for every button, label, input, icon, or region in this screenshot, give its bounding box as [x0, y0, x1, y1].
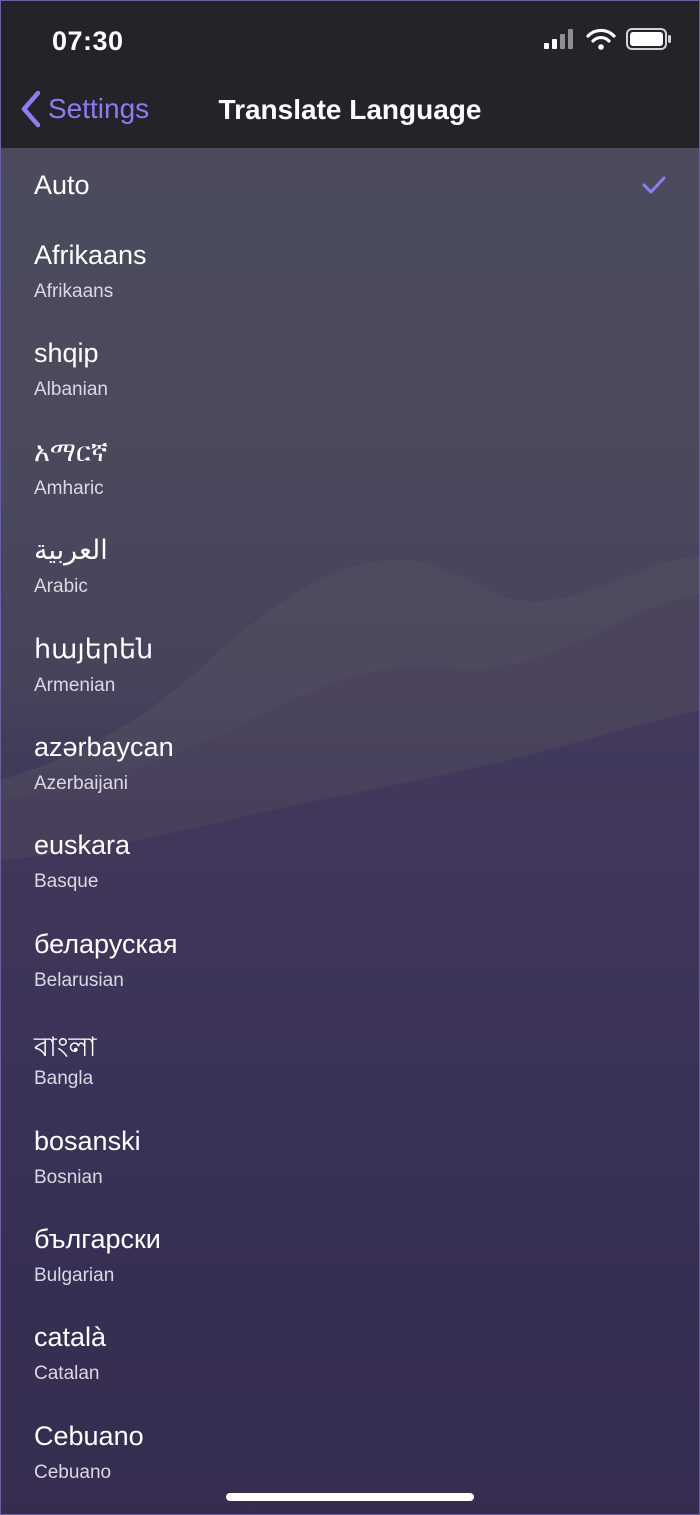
language-option-bulgarian[interactable]: български Bulgarian: [0, 1208, 700, 1306]
language-option-armenian[interactable]: հայերեն Armenian: [0, 618, 700, 716]
language-english-name: Catalan: [34, 1363, 100, 1385]
back-button-label: Settings: [48, 93, 150, 124]
checkmark-icon: [642, 176, 666, 194]
language-native-name: azərbaycan: [34, 731, 174, 762]
language-native-name: euskara: [34, 830, 131, 861]
language-option-arabic[interactable]: العربية Arabic: [0, 519, 700, 617]
back-button[interactable]: Settings: [20, 90, 149, 128]
language-native-name: հայերեն: [34, 633, 154, 664]
language-option-albanian[interactable]: shqip Albanian: [0, 322, 700, 420]
language-option-catalan[interactable]: català Catalan: [0, 1306, 700, 1404]
language-native-name: العربية: [34, 535, 108, 566]
language-option-bosnian[interactable]: bosanski Bosnian: [0, 1110, 700, 1208]
language-native-name: bosanski: [34, 1125, 141, 1156]
language-option-afrikaans[interactable]: Afrikaans Afrikaans: [0, 224, 700, 322]
language-option-belarusian[interactable]: беларуская Belarusian: [0, 913, 700, 1011]
home-indicator[interactable]: [226, 1493, 474, 1501]
language-english-name: Bulgarian: [34, 1264, 115, 1286]
language-native-name: Cebuano: [34, 1420, 144, 1451]
language-english-name: Albanian: [34, 379, 108, 401]
language-native-name: አማርኛ: [34, 436, 108, 467]
language-native-name: български: [34, 1223, 161, 1254]
language-native-name: Afrikaans: [34, 240, 147, 270]
status-icons: [544, 28, 672, 50]
language-option-auto-label: Auto: [34, 170, 90, 200]
screen: 07:30 Settings Translate Language Auto A…: [0, 0, 700, 1515]
language-option-auto[interactable]: Auto: [0, 148, 700, 224]
language-option-amharic[interactable]: አማርኛ Amharic: [0, 421, 700, 519]
language-english-name: Arabic: [34, 576, 88, 598]
battery-icon: [626, 28, 671, 50]
language-option-basque[interactable]: euskara Basque: [0, 814, 700, 912]
language-list: Auto Afrikaans Afrikaans shqip Albanian …: [0, 148, 700, 1503]
status-time: 07:30: [52, 26, 124, 56]
language-native-name: català: [34, 1322, 107, 1353]
language-native-name: беларуская: [34, 928, 178, 959]
language-english-name: Bangla: [34, 1068, 94, 1090]
language-english-name: Bosnian: [34, 1166, 103, 1188]
language-english-name: Afrikaans: [34, 281, 114, 302]
language-english-name: Armenian: [34, 674, 116, 696]
chevron-left-icon: [21, 90, 41, 128]
language-native-name: shqip: [34, 338, 99, 369]
wifi-icon: [586, 28, 616, 50]
language-english-name: Amharic: [34, 477, 104, 499]
language-native-name: বাংলা: [34, 1032, 97, 1063]
cellular-signal-icon: [544, 29, 573, 49]
language-option-cebuano[interactable]: Cebuano Cebuano: [0, 1405, 700, 1503]
language-english-name: Azerbaijani: [34, 772, 128, 794]
language-option-azerbaijani[interactable]: azərbaycan Azerbaijani: [0, 716, 700, 814]
language-english-name: Basque: [34, 871, 99, 893]
language-english-name: Belarusian: [34, 969, 124, 991]
language-option-bangla[interactable]: বাংলা Bangla: [0, 1011, 700, 1109]
language-english-name: Cebuano: [34, 1461, 112, 1483]
navigation-header: 07:30 Settings Translate Language: [0, 0, 700, 148]
